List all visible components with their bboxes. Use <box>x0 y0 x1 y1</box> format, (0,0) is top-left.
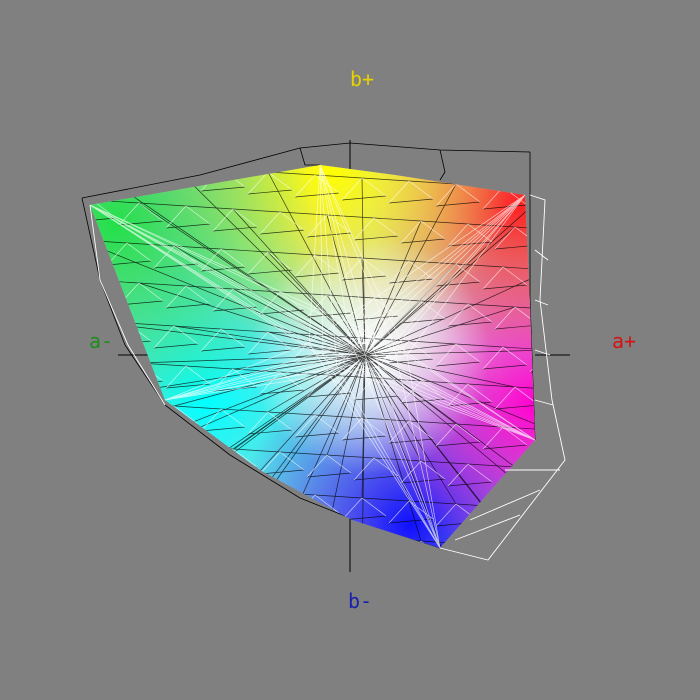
gamut-plot: b+ b- a+ a- L+ <box>81 67 636 613</box>
axis-label-a-plus: a+ <box>612 329 636 353</box>
axis-label-b-plus: b+ <box>350 67 374 91</box>
axis-label-l-plus: L+ <box>356 325 380 349</box>
axis-label-b-minus: b- <box>348 589 372 613</box>
gamut-3d-viewer[interactable]: b+ b- a+ a- L+ <box>0 0 700 700</box>
axis-label-a-minus: a- <box>89 329 113 353</box>
